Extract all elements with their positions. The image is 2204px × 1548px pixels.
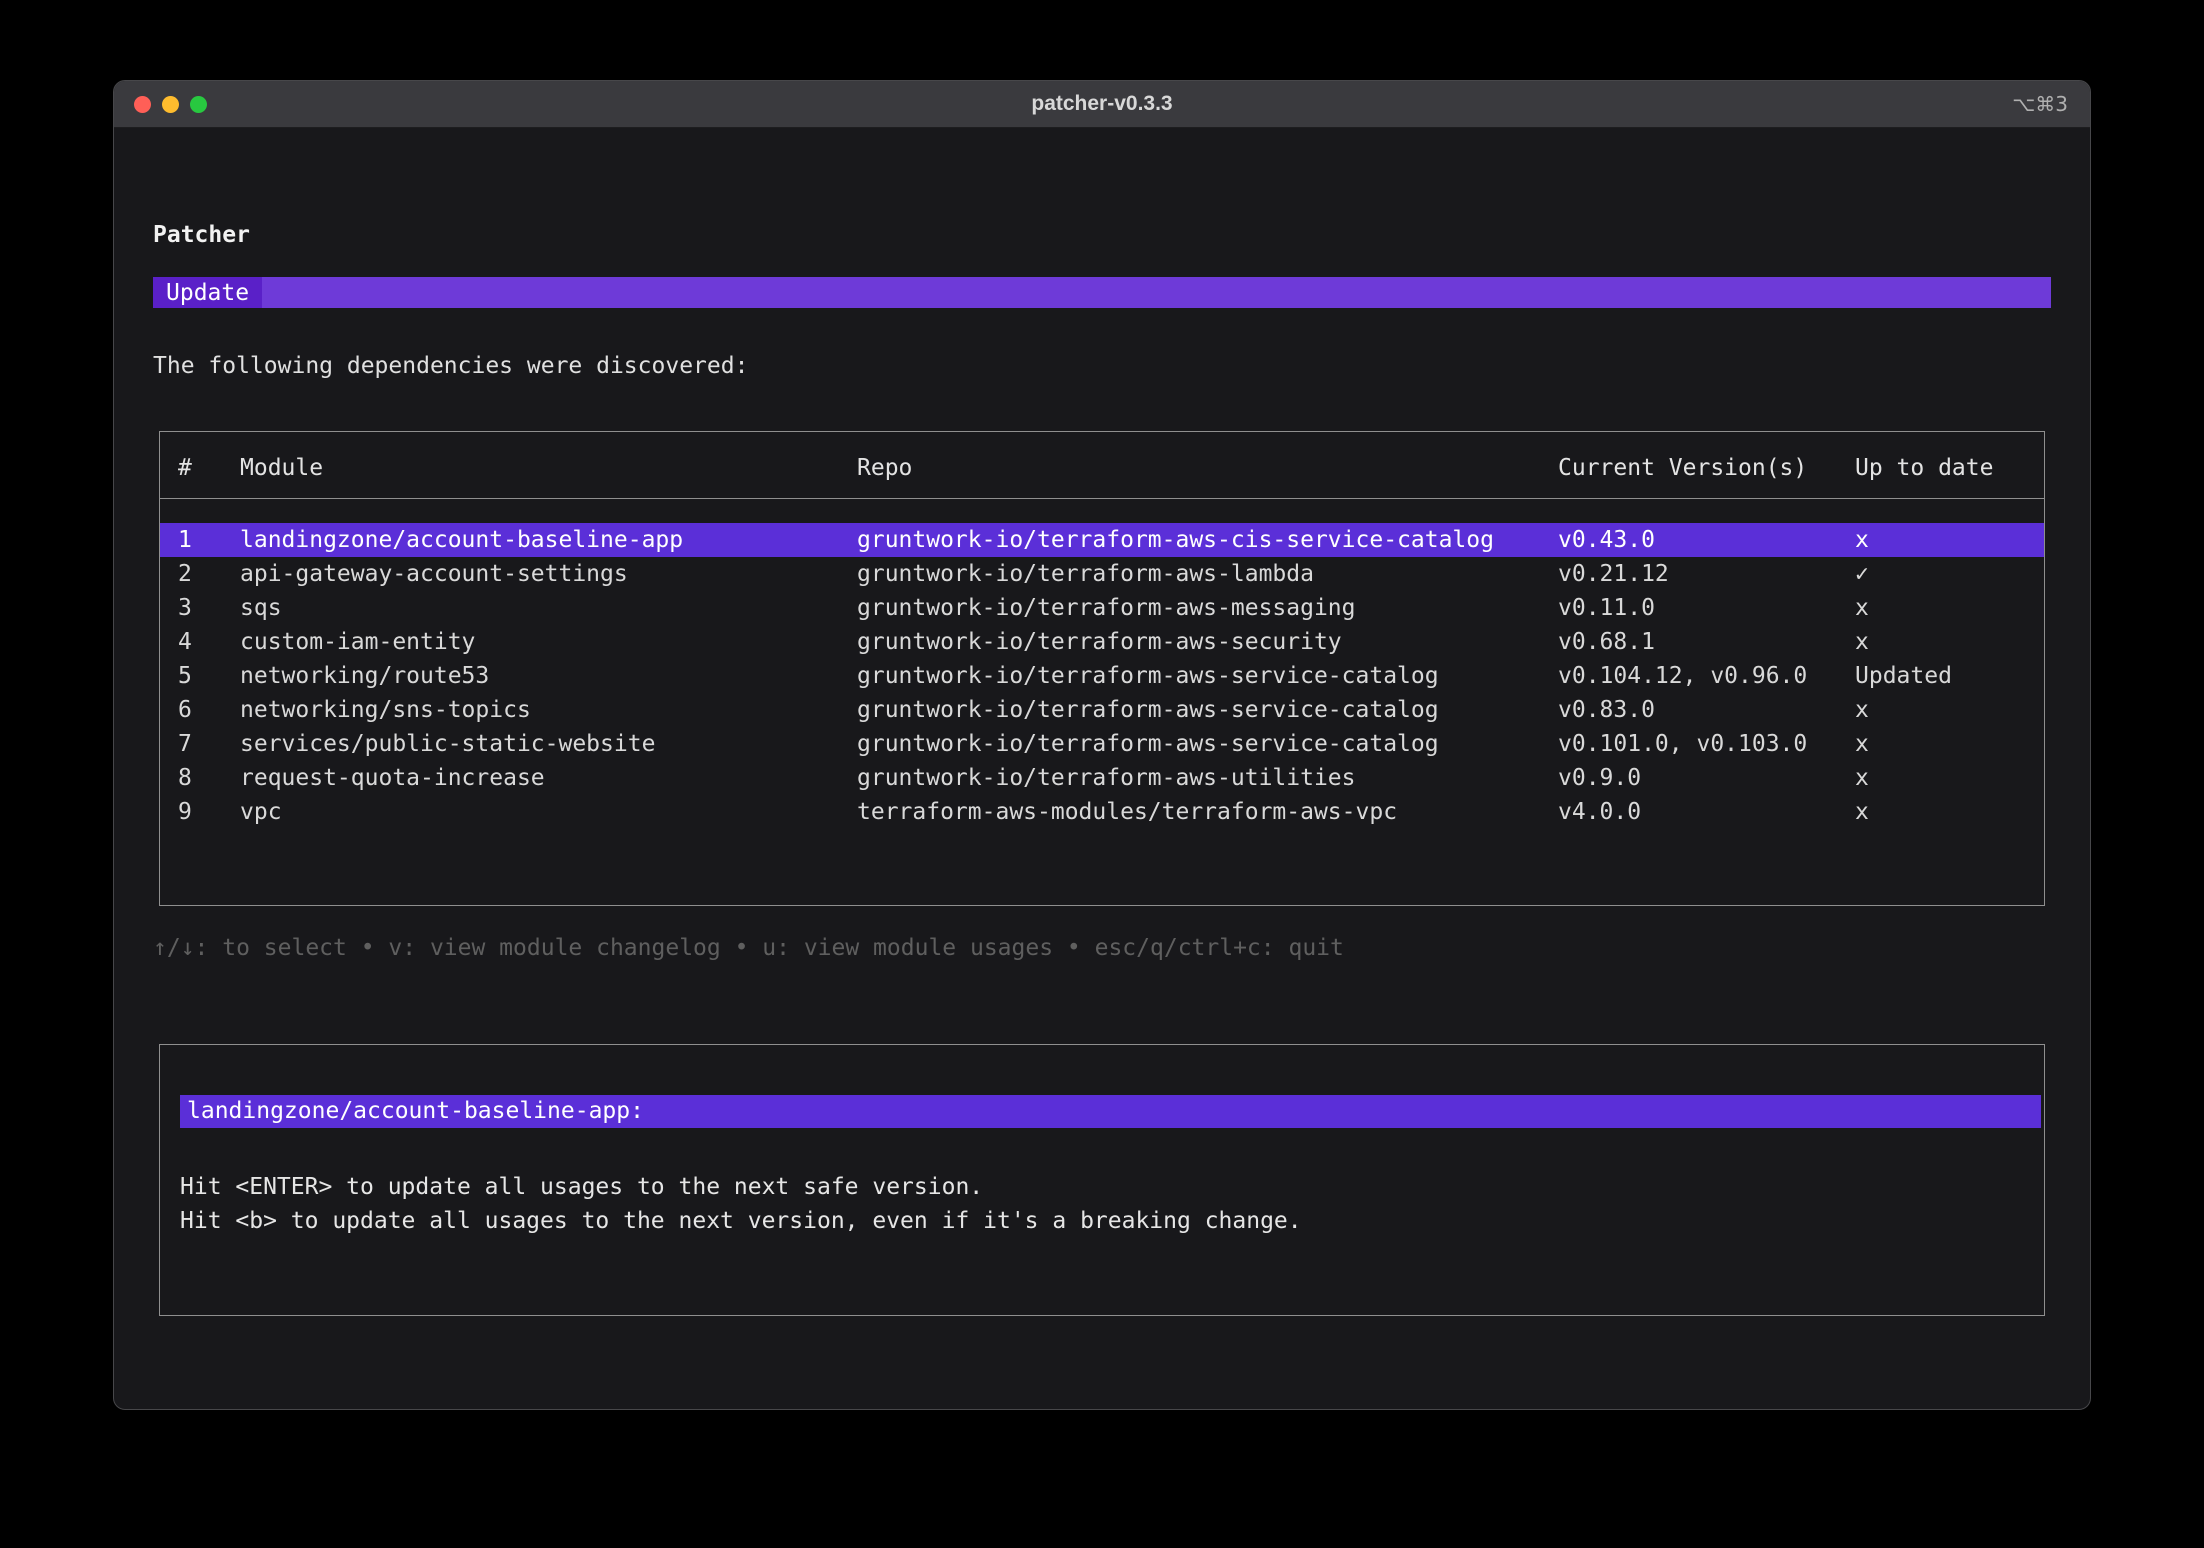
row-status: x [1855,523,2044,557]
update-tab-bar: Update [153,277,2051,308]
col-header-num: # [178,453,240,483]
close-button[interactable] [134,96,151,113]
row-number: 5 [178,659,240,693]
window-titlebar: patcher-v0.3.3 ⌥⌘3 [114,81,2090,128]
row-number: 3 [178,591,240,625]
dependency-table-body: 1 landingzone/account-baseline-app grunt… [160,499,2044,829]
row-version: v0.43.0 [1558,523,1855,557]
terminal-content: Patcher Update The following dependencie… [114,128,2090,1316]
table-row[interactable]: 1 landingzone/account-baseline-app grunt… [160,523,2044,557]
row-status: x [1855,693,2044,727]
detail-instructions: Hit <ENTER> to update all usages to the … [180,1170,2044,1238]
row-repo: gruntwork-io/terraform-aws-service-catal… [857,659,1558,693]
row-module: sqs [240,591,857,625]
row-status: x [1855,591,2044,625]
col-header-module: Module [240,453,857,483]
table-row[interactable]: 3 sqs gruntwork-io/terraform-aws-messagi… [160,591,2044,625]
col-header-status: Up to date [1855,453,2044,483]
zoom-button[interactable] [190,96,207,113]
row-number: 6 [178,693,240,727]
row-repo: terraform-aws-modules/terraform-aws-vpc [857,795,1558,829]
row-version: v0.21.12 [1558,557,1855,591]
row-repo: gruntwork-io/terraform-aws-messaging [857,591,1558,625]
row-number: 9 [178,795,240,829]
detail-panel: landingzone/account-baseline-app: Hit <E… [159,1044,2045,1316]
row-repo: gruntwork-io/terraform-aws-service-catal… [857,727,1558,761]
row-module: networking/sns-topics [240,693,857,727]
row-number: 1 [178,523,240,557]
detail-line-enter: Hit <ENTER> to update all usages to the … [180,1170,2044,1204]
row-version: v0.104.12, v0.96.0 [1558,659,1855,693]
table-row[interactable]: 4 custom-iam-entity gruntwork-io/terrafo… [160,625,2044,659]
row-repo: gruntwork-io/terraform-aws-utilities [857,761,1558,795]
table-row[interactable]: 2 api-gateway-account-settings gruntwork… [160,557,2044,591]
col-header-repo: Repo [857,453,1558,483]
row-status: x [1855,727,2044,761]
row-version: v0.11.0 [1558,591,1855,625]
window-shortcut-badge: ⌥⌘3 [2012,92,2068,116]
terminal-window: patcher-v0.3.3 ⌥⌘3 Patcher Update The fo… [113,80,2091,1410]
row-status: x [1855,625,2044,659]
table-row[interactable]: 7 services/public-static-website gruntwo… [160,727,2044,761]
row-repo: gruntwork-io/terraform-aws-cis-service-c… [857,523,1558,557]
row-status: ✓ [1855,557,2044,591]
window-title: patcher-v0.3.3 [114,92,2090,116]
selected-module-title: landingzone/account-baseline-app: [180,1095,2041,1128]
row-module: networking/route53 [240,659,857,693]
row-status: x [1855,761,2044,795]
table-header-row: # Module Repo Current Version(s) Up to d… [160,432,2044,499]
row-version: v0.9.0 [1558,761,1855,795]
row-version: v4.0.0 [1558,795,1855,829]
row-number: 4 [178,625,240,659]
col-header-version: Current Version(s) [1558,453,1855,483]
tab-update[interactable]: Update [153,277,262,308]
traffic-lights [134,96,207,113]
row-number: 8 [178,761,240,795]
row-module: api-gateway-account-settings [240,557,857,591]
minimize-button[interactable] [162,96,179,113]
detail-line-breaking: Hit <b> to update all usages to the next… [180,1204,2044,1238]
table-row[interactable]: 8 request-quota-increase gruntwork-io/te… [160,761,2044,795]
dependency-table: # Module Repo Current Version(s) Up to d… [159,431,2045,906]
row-module: services/public-static-website [240,727,857,761]
row-number: 7 [178,727,240,761]
table-row[interactable]: 9 vpc terraform-aws-modules/terraform-aw… [160,795,2044,829]
row-version: v0.101.0, v0.103.0 [1558,727,1855,761]
row-version: v0.68.1 [1558,625,1855,659]
table-row[interactable]: 5 networking/route53 gruntwork-io/terraf… [160,659,2044,693]
row-repo: gruntwork-io/terraform-aws-security [857,625,1558,659]
row-module: custom-iam-entity [240,625,857,659]
row-repo: gruntwork-io/terraform-aws-lambda [857,557,1558,591]
row-number: 2 [178,557,240,591]
row-repo: gruntwork-io/terraform-aws-service-catal… [857,693,1558,727]
row-module: landingzone/account-baseline-app [240,523,857,557]
app-heading: Patcher [153,223,2051,247]
row-status: Updated [1855,659,2044,693]
row-module: request-quota-increase [240,761,857,795]
intro-text: The following dependencies were discover… [153,352,2051,380]
table-row[interactable]: 6 networking/sns-topics gruntwork-io/ter… [160,693,2044,727]
help-bar: ↑/↓: to select • v: view module changelo… [153,934,2051,962]
row-version: v0.83.0 [1558,693,1855,727]
row-module: vpc [240,795,857,829]
row-status: x [1855,795,2044,829]
